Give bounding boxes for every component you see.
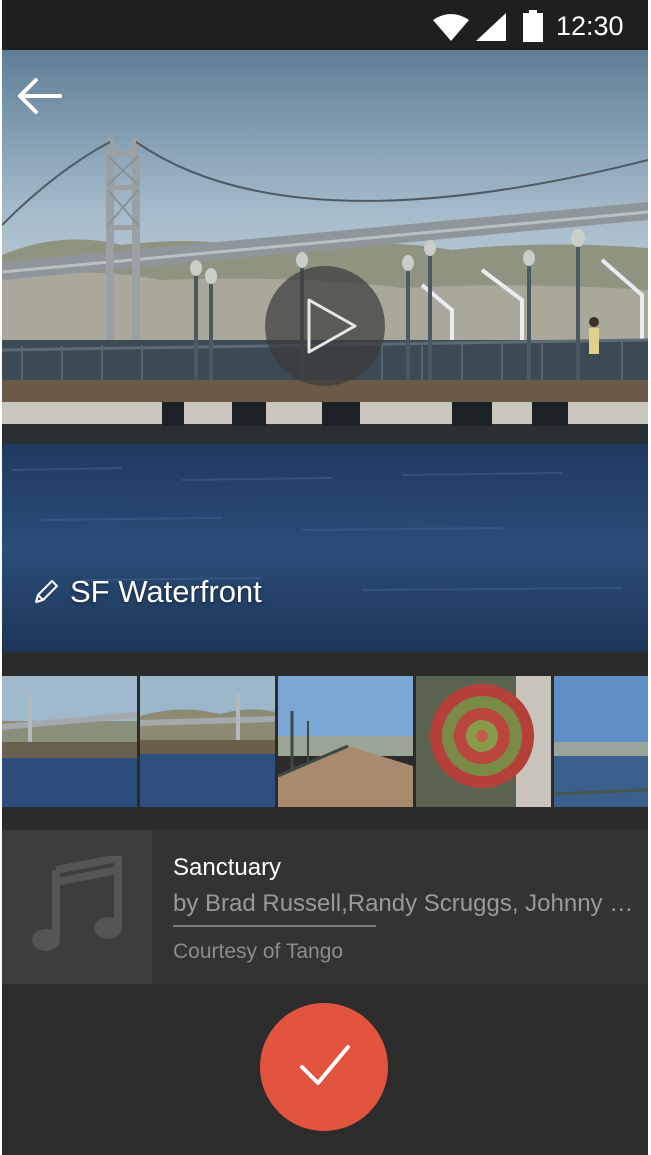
thumbnail-strip — [2, 652, 648, 830]
song-title: Sanctuary — [173, 854, 282, 881]
signal-icon — [476, 13, 506, 41]
thumbnail-4[interactable] — [416, 676, 551, 807]
wifi-icon — [433, 14, 469, 41]
battery-icon — [523, 10, 543, 42]
back-button[interactable] — [14, 74, 68, 118]
pencil-icon[interactable] — [30, 576, 62, 608]
video-title-row[interactable]: SF Waterfront — [30, 570, 262, 614]
album-art — [2, 830, 152, 984]
video-preview[interactable]: SF Waterfront — [2, 50, 648, 652]
checkmark-icon — [300, 1045, 350, 1085]
status-clock: 12:30 — [556, 11, 624, 41]
arrow-left-icon — [18, 78, 62, 114]
music-selection[interactable]: Sanctuary by Brad Russell,Randy Scruggs,… — [2, 830, 648, 984]
song-artist[interactable]: by Brad Russell,Randy Scruggs, Johnny Ca… — [173, 890, 647, 918]
artist-underline — [173, 925, 376, 927]
phone-screen: 12:30 SF Waterfront Sanctuary by Brad Ru… — [2, 0, 648, 1155]
confirm-button[interactable] — [260, 1003, 388, 1131]
thumbnail-3[interactable] — [278, 676, 413, 807]
thumbnail-2[interactable] — [140, 676, 275, 807]
play-button[interactable] — [265, 266, 385, 386]
thumbnail-1[interactable] — [2, 676, 137, 807]
video-title[interactable]: SF Waterfront — [70, 574, 262, 610]
play-icon — [307, 298, 357, 354]
thumbnail-5[interactable] — [554, 676, 648, 807]
music-note-icon — [32, 856, 122, 951]
song-credit: Courtesy of Tango — [173, 940, 344, 963]
status-bar: 12:30 — [2, 0, 648, 50]
